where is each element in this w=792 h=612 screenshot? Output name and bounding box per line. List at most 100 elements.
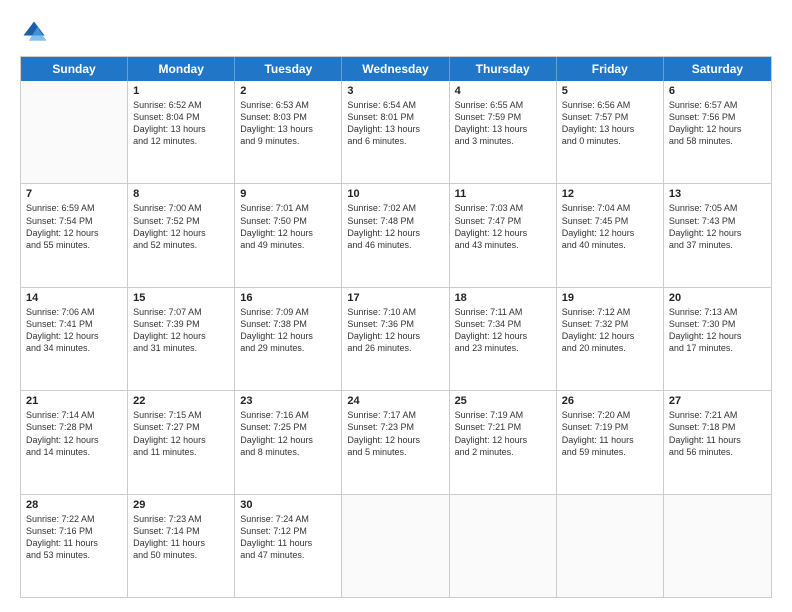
calendar-cell-r1c2: 9 Sunrise: 7:01 AM Sunset: 7:50 PM Daylig… [235, 184, 342, 286]
day-number: 20 [669, 292, 766, 304]
day-number: 2 [240, 85, 336, 97]
calendar-row-1: 7Sunrise: 6:59 AM Sunset: 7:54 PM Daylig… [21, 183, 771, 286]
cell-text: Sunrise: 7:11 AM Sunset: 7:34 PM Dayligh… [455, 306, 551, 355]
calendar-cell-r0c5: 5 Sunrise: 6:56 AM Sunset: 7:57 PM Daylig… [557, 81, 664, 183]
cell-text: Sunrise: 6:57 AM Sunset: 7:56 PM Dayligh… [669, 99, 766, 148]
cell-text: Sunrise: 7:02 AM Sunset: 7:48 PM Dayligh… [347, 202, 443, 251]
cell-text: Sunrise: 6:52 AM Sunset: 8:04 PM Dayligh… [133, 99, 229, 148]
day-number: 23 [240, 395, 336, 407]
day-number: 26 [562, 395, 658, 407]
calendar-cell-r0c3: 3 Sunrise: 6:54 AM Sunset: 8:01 PM Daylig… [342, 81, 449, 183]
calendar-cell-r4c1: 29Sunrise: 7:23 AM Sunset: 7:14 PM Dayli… [128, 495, 235, 597]
calendar-cell-r0c6: 6 Sunrise: 6:57 AM Sunset: 7:56 PM Daylig… [664, 81, 771, 183]
day-number: 5 [562, 85, 658, 97]
cell-text: Sunrise: 7:24 AM Sunset: 7:12 PM Dayligh… [240, 513, 336, 562]
day-number: 28 [26, 499, 122, 511]
calendar-cell-r4c0: 28 Sunrise: 7:22 AM Sunset: 7:16 PM Dayli… [21, 495, 128, 597]
cell-text: Sunrise: 7:19 AM Sunset: 7:21 PM Dayligh… [455, 409, 551, 458]
weekday-header-thursday: Thursday [450, 57, 557, 81]
cell-text: Sunrise: 6:54 AM Sunset: 8:01 PM Dayligh… [347, 99, 443, 148]
calendar-cell-r2c6: 20 Sunrise: 7:13 AM Sunset: 7:30 PM Dayli… [664, 288, 771, 390]
weekday-header-friday: Friday [557, 57, 664, 81]
day-number: 12 [562, 188, 658, 200]
weekday-header-tuesday: Tuesday [235, 57, 342, 81]
day-number: 3 [347, 85, 443, 97]
header [20, 18, 772, 46]
calendar-cell-r2c2: 16Sunrise: 7:09 AM Sunset: 7:38 PM Dayli… [235, 288, 342, 390]
calendar-row-4: 28 Sunrise: 7:22 AM Sunset: 7:16 PM Dayli… [21, 494, 771, 597]
calendar-cell-r2c0: 14Sunrise: 7:06 AM Sunset: 7:41 PM Dayli… [21, 288, 128, 390]
calendar-row-3: 21Sunrise: 7:14 AM Sunset: 7:28 PM Dayli… [21, 390, 771, 493]
cell-text: Sunrise: 7:13 AM Sunset: 7:30 PM Dayligh… [669, 306, 766, 355]
calendar-cell-r0c2: 2Sunrise: 6:53 AM Sunset: 8:03 PM Daylig… [235, 81, 342, 183]
day-number: 17 [347, 292, 443, 304]
cell-text: Sunrise: 7:07 AM Sunset: 7:39 PM Dayligh… [133, 306, 229, 355]
day-number: 15 [133, 292, 229, 304]
cell-text: Sunrise: 7:09 AM Sunset: 7:38 PM Dayligh… [240, 306, 336, 355]
cell-text: Sunrise: 6:56 AM Sunset: 7:57 PM Dayligh… [562, 99, 658, 148]
calendar-cell-r2c5: 19 Sunrise: 7:12 AM Sunset: 7:32 PM Dayli… [557, 288, 664, 390]
calendar-cell-r4c3 [342, 495, 449, 597]
cell-text: Sunrise: 7:00 AM Sunset: 7:52 PM Dayligh… [133, 202, 229, 251]
day-number: 8 [133, 188, 229, 200]
cell-text: Sunrise: 7:10 AM Sunset: 7:36 PM Dayligh… [347, 306, 443, 355]
calendar-cell-r1c6: 13 Sunrise: 7:05 AM Sunset: 7:43 PM Dayli… [664, 184, 771, 286]
cell-text: Sunrise: 7:04 AM Sunset: 7:45 PM Dayligh… [562, 202, 658, 251]
calendar-header: SundayMondayTuesdayWednesdayThursdayFrid… [21, 57, 771, 81]
day-number: 18 [455, 292, 551, 304]
calendar-row-2: 14Sunrise: 7:06 AM Sunset: 7:41 PM Dayli… [21, 287, 771, 390]
cell-text: Sunrise: 7:05 AM Sunset: 7:43 PM Dayligh… [669, 202, 766, 251]
cell-text: Sunrise: 7:15 AM Sunset: 7:27 PM Dayligh… [133, 409, 229, 458]
calendar-cell-r0c1: 1 Sunrise: 6:52 AM Sunset: 8:04 PM Daylig… [128, 81, 235, 183]
calendar-cell-r0c0 [21, 81, 128, 183]
logo-icon [20, 18, 48, 46]
calendar-cell-r4c6 [664, 495, 771, 597]
day-number: 30 [240, 499, 336, 511]
page: SundayMondayTuesdayWednesdayThursdayFrid… [0, 0, 792, 612]
calendar-body: 1 Sunrise: 6:52 AM Sunset: 8:04 PM Daylig… [21, 81, 771, 597]
calendar-cell-r3c1: 22 Sunrise: 7:15 AM Sunset: 7:27 PM Dayli… [128, 391, 235, 493]
logo [20, 18, 54, 46]
day-number: 24 [347, 395, 443, 407]
day-number: 21 [26, 395, 122, 407]
cell-text: Sunrise: 7:21 AM Sunset: 7:18 PM Dayligh… [669, 409, 766, 458]
cell-text: Sunrise: 7:06 AM Sunset: 7:41 PM Dayligh… [26, 306, 122, 355]
weekday-header-saturday: Saturday [664, 57, 771, 81]
cell-text: Sunrise: 7:23 AM Sunset: 7:14 PM Dayligh… [133, 513, 229, 562]
calendar-cell-r1c3: 10 Sunrise: 7:02 AM Sunset: 7:48 PM Dayli… [342, 184, 449, 286]
calendar-cell-r2c4: 18 Sunrise: 7:11 AM Sunset: 7:34 PM Dayli… [450, 288, 557, 390]
calendar-cell-r1c5: 12 Sunrise: 7:04 AM Sunset: 7:45 PM Dayli… [557, 184, 664, 286]
calendar-cell-r4c5 [557, 495, 664, 597]
calendar-cell-r0c4: 4Sunrise: 6:55 AM Sunset: 7:59 PM Daylig… [450, 81, 557, 183]
calendar-cell-r4c4 [450, 495, 557, 597]
calendar-cell-r3c0: 21Sunrise: 7:14 AM Sunset: 7:28 PM Dayli… [21, 391, 128, 493]
cell-text: Sunrise: 7:20 AM Sunset: 7:19 PM Dayligh… [562, 409, 658, 458]
calendar-cell-r1c0: 7Sunrise: 6:59 AM Sunset: 7:54 PM Daylig… [21, 184, 128, 286]
weekday-header-sunday: Sunday [21, 57, 128, 81]
day-number: 13 [669, 188, 766, 200]
cell-text: Sunrise: 7:16 AM Sunset: 7:25 PM Dayligh… [240, 409, 336, 458]
calendar: SundayMondayTuesdayWednesdayThursdayFrid… [20, 56, 772, 598]
cell-text: Sunrise: 7:03 AM Sunset: 7:47 PM Dayligh… [455, 202, 551, 251]
day-number: 19 [562, 292, 658, 304]
day-number: 7 [26, 188, 122, 200]
calendar-cell-r3c3: 24 Sunrise: 7:17 AM Sunset: 7:23 PM Dayli… [342, 391, 449, 493]
cell-text: Sunrise: 7:01 AM Sunset: 7:50 PM Dayligh… [240, 202, 336, 251]
day-number: 9 [240, 188, 336, 200]
calendar-row-0: 1 Sunrise: 6:52 AM Sunset: 8:04 PM Daylig… [21, 81, 771, 183]
day-number: 6 [669, 85, 766, 97]
calendar-cell-r3c5: 26 Sunrise: 7:20 AM Sunset: 7:19 PM Dayli… [557, 391, 664, 493]
calendar-cell-r2c3: 17 Sunrise: 7:10 AM Sunset: 7:36 PM Dayli… [342, 288, 449, 390]
day-number: 4 [455, 85, 551, 97]
calendar-cell-r1c1: 8 Sunrise: 7:00 AM Sunset: 7:52 PM Daylig… [128, 184, 235, 286]
cell-text: Sunrise: 7:22 AM Sunset: 7:16 PM Dayligh… [26, 513, 122, 562]
day-number: 22 [133, 395, 229, 407]
day-number: 1 [133, 85, 229, 97]
weekday-header-wednesday: Wednesday [342, 57, 449, 81]
cell-text: Sunrise: 7:12 AM Sunset: 7:32 PM Dayligh… [562, 306, 658, 355]
cell-text: Sunrise: 7:17 AM Sunset: 7:23 PM Dayligh… [347, 409, 443, 458]
day-number: 10 [347, 188, 443, 200]
calendar-cell-r4c2: 30 Sunrise: 7:24 AM Sunset: 7:12 PM Dayli… [235, 495, 342, 597]
calendar-cell-r3c6: 27Sunrise: 7:21 AM Sunset: 7:18 PM Dayli… [664, 391, 771, 493]
calendar-cell-r1c4: 11Sunrise: 7:03 AM Sunset: 7:47 PM Dayli… [450, 184, 557, 286]
